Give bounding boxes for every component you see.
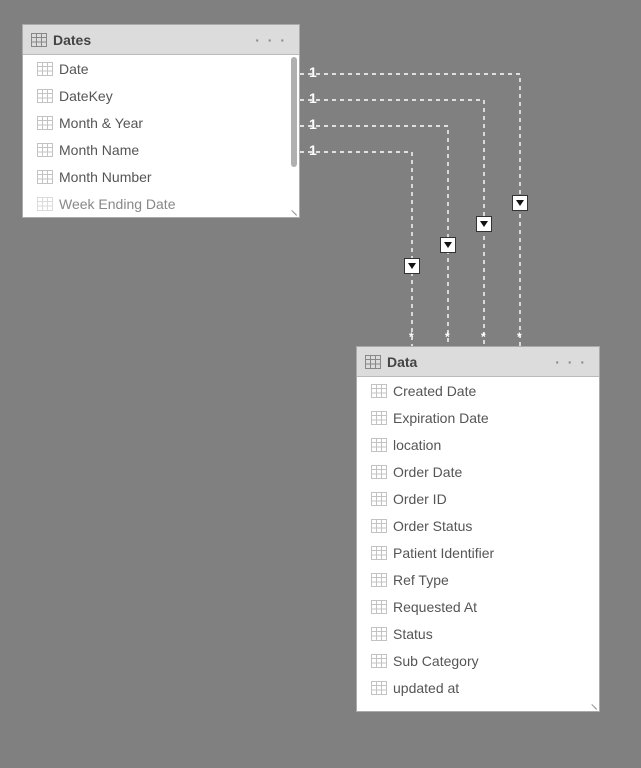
resize-handle[interactable] (588, 700, 598, 710)
field-label: Expiration Date (393, 410, 489, 426)
cardinality-one-4: 1 (309, 142, 317, 158)
field-icon (37, 197, 53, 211)
table-dates-fieldlist[interactable]: Date DateKey Month & Year Month Name Mon… (23, 55, 299, 217)
field-label: Order ID (393, 491, 447, 507)
field-icon (371, 546, 387, 560)
field-label: Order Date (393, 464, 462, 480)
field-label: Requested At (393, 599, 477, 615)
table-data-title: Data (387, 354, 417, 370)
field-label: Month Number (59, 169, 152, 185)
field-icon (371, 411, 387, 425)
cardinality-one-1: 1 (309, 64, 317, 80)
table-data-menu-button[interactable]: · · · (551, 354, 591, 370)
scrollbar[interactable] (291, 57, 297, 167)
field-label: DateKey (59, 88, 113, 104)
field-icon (37, 170, 53, 184)
field-row[interactable]: Status (357, 620, 599, 647)
field-icon (371, 492, 387, 506)
field-icon (37, 143, 53, 157)
cardinality-many-2: * (481, 330, 486, 344)
field-row[interactable]: Patient Identifier (357, 539, 599, 566)
field-label: location (393, 437, 441, 453)
filter-direction-arrow-2 (476, 216, 492, 232)
table-dates-menu-button[interactable]: · · · (251, 32, 291, 48)
field-icon (37, 89, 53, 103)
table-dates[interactable]: Dates · · · Date DateKey Month & Year Mo… (22, 24, 300, 218)
cardinality-many-1: * (517, 330, 522, 344)
table-data[interactable]: Data · · · Created Date Expiration Date … (356, 346, 600, 712)
field-row[interactable]: Month Name (23, 136, 299, 163)
field-row[interactable]: Sub Category (357, 647, 599, 674)
filter-direction-arrow-4 (404, 258, 420, 274)
field-row[interactable]: Week Ending Date (23, 190, 299, 217)
field-row[interactable]: Order Date (357, 458, 599, 485)
cardinality-one-3: 1 (309, 116, 317, 132)
field-row[interactable]: DateKey (23, 82, 299, 109)
field-icon (37, 62, 53, 76)
table-dates-title: Dates (53, 32, 91, 48)
field-label: Ref Type (393, 572, 449, 588)
field-icon (371, 600, 387, 614)
field-icon (371, 384, 387, 398)
field-row[interactable]: Month Number (23, 163, 299, 190)
field-row[interactable]: Requested At (357, 593, 599, 620)
field-icon (371, 438, 387, 452)
field-icon (371, 654, 387, 668)
table-data-header[interactable]: Data · · · (357, 347, 599, 377)
field-label: Order Status (393, 518, 472, 534)
field-row[interactable]: Month & Year (23, 109, 299, 136)
model-canvas[interactable]: 1 1 1 1 * * * * Dates · · · Date DateKey… (0, 0, 641, 768)
table-data-fieldlist[interactable]: Created Date Expiration Date location Or… (357, 377, 599, 711)
table-dates-header[interactable]: Dates · · · (23, 25, 299, 55)
field-icon (371, 627, 387, 641)
field-row[interactable]: Order Status (357, 512, 599, 539)
field-label: Created Date (393, 383, 476, 399)
field-row[interactable]: Date (23, 55, 299, 82)
field-icon (371, 519, 387, 533)
cardinality-many-4: * (409, 330, 414, 344)
table-icon (365, 355, 381, 369)
cardinality-one-2: 1 (309, 90, 317, 106)
field-label: Status (393, 626, 433, 642)
field-row[interactable]: location (357, 431, 599, 458)
field-row[interactable]: Ref Type (357, 566, 599, 593)
field-row[interactable]: Expiration Date (357, 404, 599, 431)
field-row[interactable]: Order ID (357, 485, 599, 512)
field-icon (371, 465, 387, 479)
field-row[interactable]: updated at (357, 674, 599, 701)
filter-direction-arrow-1 (512, 195, 528, 211)
field-label: Patient Identifier (393, 545, 494, 561)
field-label: Week Ending Date (59, 196, 175, 212)
field-icon (371, 681, 387, 695)
filter-direction-arrow-3 (440, 237, 456, 253)
field-label: Month Name (59, 142, 139, 158)
field-label: Month & Year (59, 115, 143, 131)
field-row[interactable]: Created Date (357, 377, 599, 404)
field-label: Sub Category (393, 653, 479, 669)
resize-handle[interactable] (288, 206, 298, 216)
cardinality-many-3: * (445, 330, 450, 344)
field-icon (37, 116, 53, 130)
table-icon (31, 33, 47, 47)
field-label: updated at (393, 680, 459, 696)
field-icon (371, 573, 387, 587)
field-label: Date (59, 61, 89, 77)
